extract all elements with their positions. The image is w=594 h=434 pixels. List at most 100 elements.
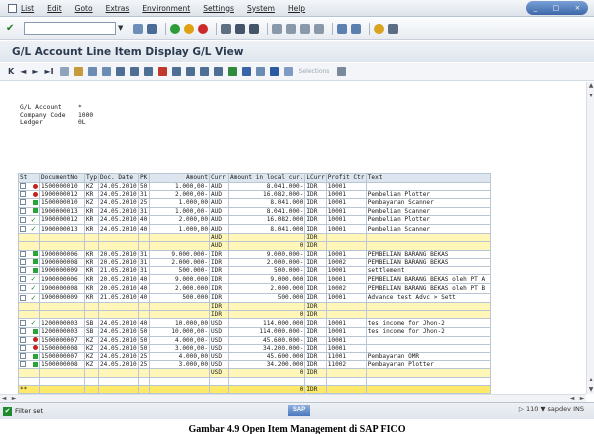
column-header-st[interactable]: St	[18, 173, 40, 183]
back-arrow-icon[interactable]	[133, 23, 143, 34]
prev-page-icon[interactable]	[286, 23, 296, 34]
scroll-page-up-icon[interactable]: ▾	[587, 92, 594, 100]
table-row[interactable]: ✓ 1200000003 SB 24.05.2010 40 10.000,00 USD 114…	[18, 318, 491, 329]
row-select-checkbox[interactable]	[20, 294, 26, 301]
table-row[interactable]: ✓ 1900000012 KR 24.05.2010 40 2.000,00 AUD 16.0…	[18, 214, 491, 226]
row-select-checkbox[interactable]	[20, 226, 26, 233]
row-select-checkbox[interactable]	[20, 267, 26, 274]
table-row[interactable]: ✓ 1900000009 KR 21.05.2010 40 500.000 IDR 500.0…	[18, 292, 491, 303]
shortcut-icon[interactable]	[351, 23, 361, 34]
command-field[interactable]	[24, 22, 116, 35]
table-row[interactable]: 1900000012 KR 24.05.2010 31 2.000,00- AUD 16.0…	[18, 190, 491, 200]
table-row[interactable]: 1900000008 KR 20.05.2010 31 2.000.000- IDR 2.0…	[18, 257, 491, 268]
column-header-doc-date[interactable]: Doc. Date	[98, 173, 140, 183]
help-icon[interactable]	[374, 23, 384, 34]
clip-icon[interactable]	[337, 67, 347, 76]
change-pencil-icon[interactable]	[73, 67, 83, 76]
menu-system[interactable]: System	[247, 4, 275, 13]
row-select-checkbox[interactable]	[20, 328, 26, 335]
row-select-checkbox[interactable]	[20, 251, 26, 257]
table-row[interactable]: ✓ 1900000013 KR 24.05.2010 40 1.000,00 AUD 8.04…	[18, 224, 491, 235]
sort-descending-icon[interactable]	[143, 67, 153, 76]
exit-yellow-icon[interactable]	[184, 23, 194, 34]
menu-settings[interactable]: Settings	[203, 4, 234, 13]
row-select-checkbox[interactable]	[20, 320, 26, 327]
column-header-curr[interactable]: Curr	[209, 173, 230, 183]
subtotal-row[interactable]: AUD 0 IDR	[18, 241, 491, 251]
column-icon[interactable]	[87, 67, 97, 76]
cancel-red-icon[interactable]	[198, 23, 208, 34]
table-row[interactable]: 1900000013 KR 24.05.2010 31 1.000,00- AUD 8.04…	[18, 206, 491, 216]
selections-button[interactable]: Selections	[299, 68, 330, 75]
subtotal-row[interactable]: AUD IDR	[18, 233, 491, 243]
table-row[interactable]: 1500000008 KZ 24.05.2010 50 3.000,00- USD 34.2…	[18, 343, 491, 354]
row-select-checkbox[interactable]	[20, 285, 26, 292]
print-preview-icon[interactable]	[199, 67, 209, 76]
close-button[interactable]: ×	[574, 4, 580, 12]
row-select-checkbox[interactable]	[20, 216, 26, 223]
layout-icon[interactable]	[388, 23, 398, 34]
column-header-profit-ctr[interactable]: Profit Ctr	[325, 173, 367, 183]
table-row[interactable]: 1500000010 KZ 24.05.2010 25 1.000,00 AUD 8.041…	[18, 198, 491, 208]
table-row[interactable]	[18, 376, 491, 386]
table-row[interactable]: ✓ 1900000006 KR 20.05.2010 40 9.000.000 IDR 9.0…	[18, 274, 491, 285]
display-icon[interactable]	[59, 67, 69, 76]
system-client[interactable]: 110	[526, 405, 538, 413]
selections-icon[interactable]	[283, 67, 293, 76]
table-row[interactable]: 1500000007 KZ 24.05.2010 50 4.000,00- USD 45.6…	[18, 335, 491, 345]
table-row[interactable]: 1500000008 KZ 24.05.2010 25 3.000,00 USD 34.20…	[18, 360, 491, 370]
table-row[interactable]: 1500000007 KZ 24.05.2010 25 4.000,00 USD 45.60…	[18, 352, 491, 362]
next-page-icon[interactable]	[300, 23, 310, 34]
column-header-local-amount[interactable]: Amount in local cur.	[228, 173, 306, 183]
previous-item-button[interactable]: ◄	[20, 67, 26, 76]
details-icon[interactable]	[115, 67, 125, 76]
row-select-checkbox[interactable]	[20, 259, 26, 265]
total-icon[interactable]	[171, 67, 181, 76]
first-item-button[interactable]: K	[8, 67, 14, 76]
horizontal-scrollbar[interactable]: ◄ ► ◄ ►	[0, 394, 586, 402]
table-row[interactable]: 1900000009 KR 21.05.2010 31 500.000- IDR 500.0…	[18, 266, 491, 276]
enter-check-icon[interactable]: ✔	[6, 23, 18, 35]
export-icon[interactable]	[213, 67, 223, 76]
subtotal-icon[interactable]	[185, 67, 195, 76]
find-next-icon[interactable]	[249, 23, 259, 34]
input-mode[interactable]: INS	[573, 405, 584, 413]
row-select-checkbox[interactable]	[20, 199, 26, 206]
maximize-button[interactable]: □	[552, 4, 559, 12]
scroll-down-icon[interactable]: ▼	[587, 386, 594, 394]
menu-goto[interactable]: Goto	[75, 4, 93, 13]
table-row[interactable]: ✓ 1900000008 KR 20.05.2010 40 2.000.000 IDR 2.0…	[18, 283, 491, 294]
word-icon[interactable]	[241, 67, 251, 76]
command-dropdown-icon[interactable]: ▼	[118, 22, 127, 35]
select-icon[interactable]	[101, 67, 111, 76]
table-row[interactable]: 1900000006 KR 20.05.2010 31 9.000.000- IDR 9.0…	[18, 249, 491, 259]
subtotal-row[interactable]: IDR IDR	[18, 301, 491, 312]
menu-environment[interactable]: Environment	[142, 4, 190, 13]
row-select-checkbox[interactable]	[20, 183, 26, 189]
vertical-scrollbar[interactable]: ▲ ▾ ▴ ▼	[586, 82, 594, 394]
subtotal-row[interactable]: IDR 0 IDR	[18, 310, 491, 320]
minimize-button[interactable]: _	[534, 4, 538, 12]
new-session-icon[interactable]	[337, 23, 347, 34]
menu-edit[interactable]: Edit	[47, 4, 62, 13]
column-header-typ[interactable]: Typ	[83, 173, 100, 183]
system-dropdown-icon[interactable]: ▼	[540, 405, 545, 413]
column-header-pk[interactable]: PK	[138, 173, 151, 183]
print-icon[interactable]	[221, 23, 231, 34]
subtotal-row[interactable]: USD 0 IDR	[18, 368, 491, 378]
table-row[interactable]: 1500000010 KZ 24.05.2010 50 1.000,00- AUD 8.04…	[18, 181, 491, 192]
last-page-icon[interactable]	[314, 23, 324, 34]
find-icon[interactable]	[235, 23, 245, 34]
row-select-checkbox[interactable]	[20, 276, 26, 283]
sort-ascending-icon[interactable]	[129, 67, 139, 76]
excel-icon[interactable]	[227, 67, 237, 76]
layout-icon[interactable]	[255, 67, 265, 76]
app-menu-icon[interactable]	[8, 3, 17, 13]
filter-icon[interactable]	[157, 67, 167, 76]
menu-help[interactable]: Help	[288, 4, 305, 13]
column-header-lcurr[interactable]: LCurr	[304, 173, 327, 183]
info-icon[interactable]	[269, 67, 279, 76]
status-expand-icon[interactable]: ▷	[519, 405, 524, 413]
row-select-checkbox[interactable]	[20, 191, 26, 198]
column-header-documentno[interactable]: DocumentNo	[39, 173, 85, 183]
